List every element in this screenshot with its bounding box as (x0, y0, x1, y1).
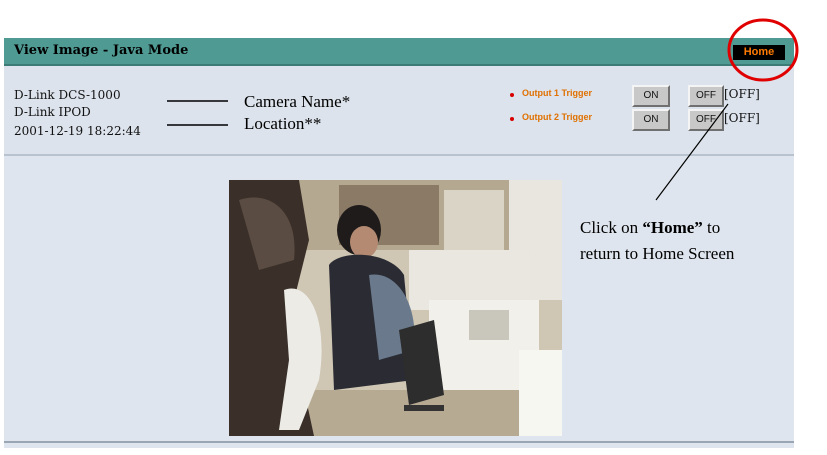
annotation-home-word: “Home” (642, 218, 703, 237)
camera-location-text: D-Link IPOD (14, 105, 91, 119)
annotation-location: Location** (244, 114, 322, 133)
output-2-on-button[interactable]: ON (632, 109, 670, 131)
home-button[interactable]: Home (733, 45, 785, 60)
output-1-trigger-link[interactable]: Output 1 Trigger (522, 88, 592, 98)
output-2-state: [OFF] (724, 111, 760, 125)
bullet-icon (510, 117, 514, 121)
divider (4, 441, 794, 443)
annotation-click-suffix: to (702, 218, 721, 237)
info-panel: D-Link DCS-1000 D-Link IPOD 2001-12-19 1… (4, 66, 794, 156)
page-title: View Image - Java Mode (14, 43, 189, 58)
annotation-click-prefix: Click on (580, 218, 643, 237)
camera-live-image (229, 180, 562, 436)
camera-name-text: D-Link DCS-1000 (14, 88, 121, 102)
camera-datetime-text: 2001-12-19 18:22:44 (14, 124, 141, 138)
output-1-on-button[interactable]: ON (632, 85, 670, 107)
annotation-camera-name: Camera Name* (244, 92, 351, 111)
camera-snapshot-picture (229, 180, 562, 436)
annotation-click-home-line1: Click on “Home” to (580, 218, 720, 238)
bullet-icon (510, 93, 514, 97)
output-1-off-button[interactable]: OFF (688, 85, 724, 107)
title-bar: View Image - Java Mode Home (4, 38, 794, 66)
output-1-state: [OFF] (724, 87, 760, 101)
output-2-off-button[interactable]: OFF (688, 109, 724, 131)
annotation-click-home-line2: return to Home Screen (580, 244, 735, 263)
output-2-trigger-link[interactable]: Output 2 Trigger (522, 112, 592, 122)
